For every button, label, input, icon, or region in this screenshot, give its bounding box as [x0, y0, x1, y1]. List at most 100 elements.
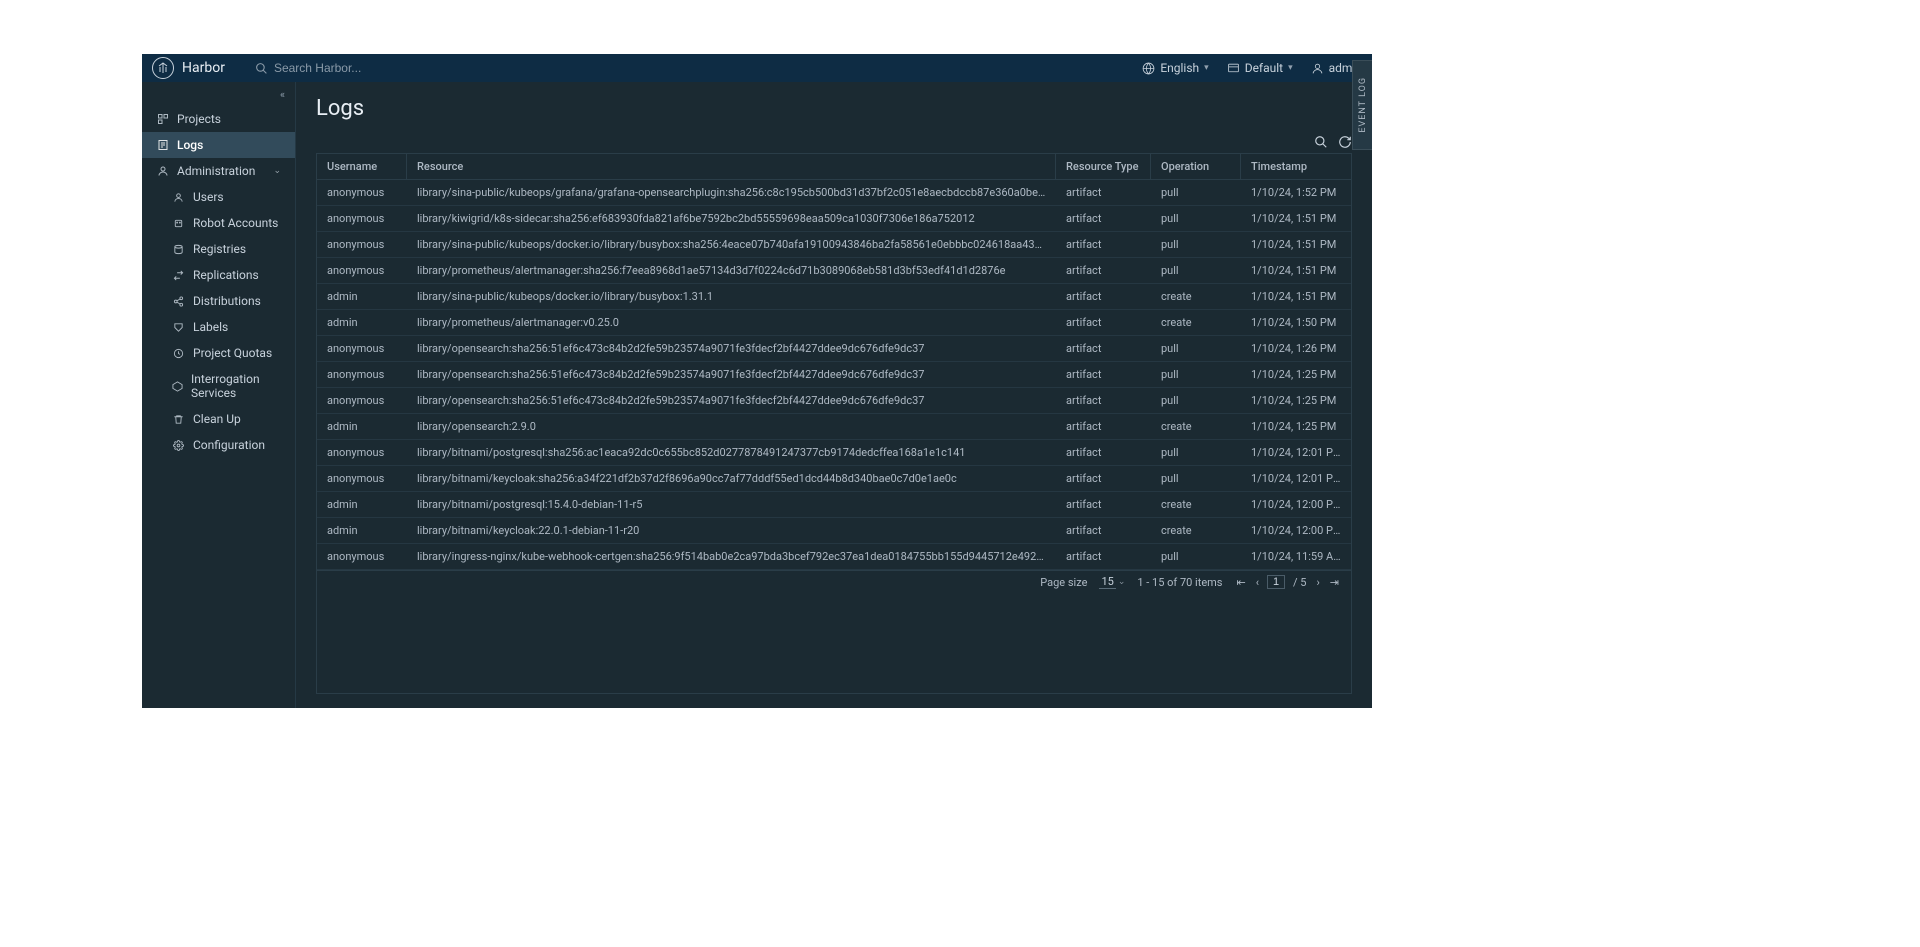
table-row[interactable]: anonymouslibrary/ingress-nginx/kube-webh…: [317, 544, 1351, 570]
table-row[interactable]: anonymouslibrary/sina-public/kubeops/doc…: [317, 232, 1351, 258]
cell-timestamp: 1/10/24, 12:01 PM: [1241, 440, 1351, 465]
table-row[interactable]: anonymouslibrary/bitnami/keycloak:sha256…: [317, 466, 1351, 492]
nav-icon: [172, 192, 185, 203]
column-header-timestamp[interactable]: Timestamp: [1241, 154, 1351, 179]
cell-resource-type: artifact: [1056, 284, 1151, 309]
theme-selector[interactable]: Default ▾: [1227, 61, 1293, 75]
sidebar-collapse-button[interactable]: «: [142, 82, 295, 106]
sidebar-item-users[interactable]: Users: [142, 184, 295, 210]
table-row[interactable]: anonymouslibrary/opensearch:sha256:51ef6…: [317, 388, 1351, 414]
table-actions: [316, 135, 1352, 149]
sidebar-item-distributions[interactable]: Distributions: [142, 288, 295, 314]
refresh-button[interactable]: [1338, 135, 1352, 149]
collapse-icon: «: [280, 88, 285, 101]
cell-resource: library/ingress-nginx/kube-webhook-certg…: [407, 544, 1056, 569]
cell-username: anonymous: [317, 362, 407, 387]
table-footer: Page size 15 ⌄ 1 - 15 of 70 items ⇤ ‹ / …: [317, 570, 1351, 593]
sidebar-item-interrogation-services[interactable]: Interrogation Services: [142, 366, 295, 406]
cell-resource-type: artifact: [1056, 466, 1151, 491]
search-input[interactable]: [274, 61, 474, 75]
sidebar-item-label: Distributions: [193, 294, 261, 308]
cell-resource: library/opensearch:2.9.0: [407, 414, 1056, 439]
chevron-down-icon: ▾: [1204, 63, 1209, 73]
table-row[interactable]: anonymouslibrary/opensearch:sha256:51ef6…: [317, 362, 1351, 388]
cell-resource: library/kiwigrid/k8s-sidecar:sha256:ef68…: [407, 206, 1056, 231]
table-row[interactable]: adminlibrary/sina-public/kubeops/docker.…: [317, 284, 1351, 310]
sidebar-item-clean-up[interactable]: Clean Up: [142, 406, 295, 432]
cell-operation: create: [1151, 518, 1241, 543]
table-row[interactable]: anonymouslibrary/kiwigrid/k8s-sidecar:sh…: [317, 206, 1351, 232]
next-page-button[interactable]: ›: [1314, 576, 1321, 589]
table-row[interactable]: anonymouslibrary/opensearch:sha256:51ef6…: [317, 336, 1351, 362]
search-wrap[interactable]: [255, 61, 474, 75]
items-range-text: 1 - 15 of 70 items: [1137, 576, 1222, 589]
table-row[interactable]: adminlibrary/opensearch:2.9.0artifactcre…: [317, 414, 1351, 440]
event-log-tab[interactable]: EVENT LOG: [1352, 60, 1372, 150]
logo[interactable]: Harbor: [152, 57, 225, 79]
column-header-resource[interactable]: Resource: [407, 154, 1056, 179]
cell-resource: library/sina-public/kubeops/grafana/graf…: [407, 180, 1056, 205]
nav-icon: [172, 381, 183, 392]
main-content: Logs Username Resource Resource Type Ope…: [296, 82, 1372, 708]
cell-timestamp: 1/10/24, 1:51 PM: [1241, 232, 1351, 257]
cell-timestamp: 1/10/24, 1:25 PM: [1241, 414, 1351, 439]
cell-operation: pull: [1151, 206, 1241, 231]
sidebar-item-configuration[interactable]: Configuration: [142, 432, 295, 458]
sidebar-item-project-quotas[interactable]: Project Quotas: [142, 340, 295, 366]
last-page-button[interactable]: ⇥: [1328, 576, 1341, 589]
cell-timestamp: 1/10/24, 1:51 PM: [1241, 258, 1351, 283]
sidebar-item-label: Configuration: [193, 438, 265, 452]
column-header-resource-type[interactable]: Resource Type: [1056, 154, 1151, 179]
cell-resource: library/bitnami/keycloak:22.0.1-debian-1…: [407, 518, 1056, 543]
nav-icon: [172, 440, 185, 451]
page-size-value[interactable]: 15: [1099, 575, 1115, 589]
cell-username: anonymous: [317, 466, 407, 491]
table-row[interactable]: anonymouslibrary/bitnami/postgresql:sha2…: [317, 440, 1351, 466]
column-header-operation[interactable]: Operation: [1151, 154, 1241, 179]
cell-operation: create: [1151, 414, 1241, 439]
cell-resource: library/bitnami/postgresql:15.4.0-debian…: [407, 492, 1056, 517]
sidebar-item-label: Interrogation Services: [191, 372, 281, 400]
column-header-username[interactable]: Username: [317, 154, 407, 179]
chevron-down-icon[interactable]: ⌄: [1118, 577, 1126, 587]
search-filter-button[interactable]: [1314, 135, 1328, 149]
cell-username: anonymous: [317, 544, 407, 569]
pager: ⇤ ‹ / 5 › ⇥: [1234, 575, 1341, 589]
cell-resource: library/sina-public/kubeops/docker.io/li…: [407, 284, 1056, 309]
sidebar-item-label: Registries: [193, 242, 246, 256]
cell-username: admin: [317, 414, 407, 439]
sidebar-item-registries[interactable]: Registries: [142, 236, 295, 262]
sidebar-item-labels[interactable]: Labels: [142, 314, 295, 340]
prev-page-button[interactable]: ‹: [1254, 576, 1261, 589]
current-page-input[interactable]: [1267, 575, 1285, 589]
cell-resource-type: artifact: [1056, 336, 1151, 361]
sidebar-item-logs[interactable]: Logs: [142, 132, 295, 158]
cell-username: anonymous: [317, 206, 407, 231]
sidebar-item-robot-accounts[interactable]: Robot Accounts: [142, 210, 295, 236]
sidebar-item-label: Users: [193, 190, 224, 204]
sidebar-item-label: Replications: [193, 268, 259, 282]
app-title: Harbor: [182, 60, 225, 76]
cell-timestamp: 1/10/24, 12:01 PM: [1241, 466, 1351, 491]
cell-operation: pull: [1151, 362, 1241, 387]
table-row[interactable]: anonymouslibrary/prometheus/alertmanager…: [317, 258, 1351, 284]
table-row[interactable]: adminlibrary/bitnami/postgresql:15.4.0-d…: [317, 492, 1351, 518]
sidebar-item-replications[interactable]: Replications: [142, 262, 295, 288]
cell-username: admin: [317, 518, 407, 543]
table-row[interactable]: adminlibrary/bitnami/keycloak:22.0.1-deb…: [317, 518, 1351, 544]
page-size-label: Page size: [1040, 576, 1087, 589]
sidebar-item-projects[interactable]: Projects: [142, 106, 295, 132]
cell-timestamp: 1/10/24, 1:51 PM: [1241, 284, 1351, 309]
cell-resource-type: artifact: [1056, 388, 1151, 413]
sidebar-item-administration[interactable]: Administration ⌄: [142, 158, 295, 184]
language-selector[interactable]: English ▾: [1142, 61, 1208, 75]
user-icon: [1311, 62, 1324, 75]
cell-timestamp: 1/10/24, 11:59 AM: [1241, 544, 1351, 569]
cell-username: admin: [317, 310, 407, 335]
cell-resource-type: artifact: [1056, 206, 1151, 231]
first-page-button[interactable]: ⇤: [1234, 576, 1247, 589]
cell-resource-type: artifact: [1056, 180, 1151, 205]
table-row[interactable]: adminlibrary/prometheus/alertmanager:v0.…: [317, 310, 1351, 336]
table-row[interactable]: anonymouslibrary/sina-public/kubeops/gra…: [317, 180, 1351, 206]
cell-username: anonymous: [317, 232, 407, 257]
